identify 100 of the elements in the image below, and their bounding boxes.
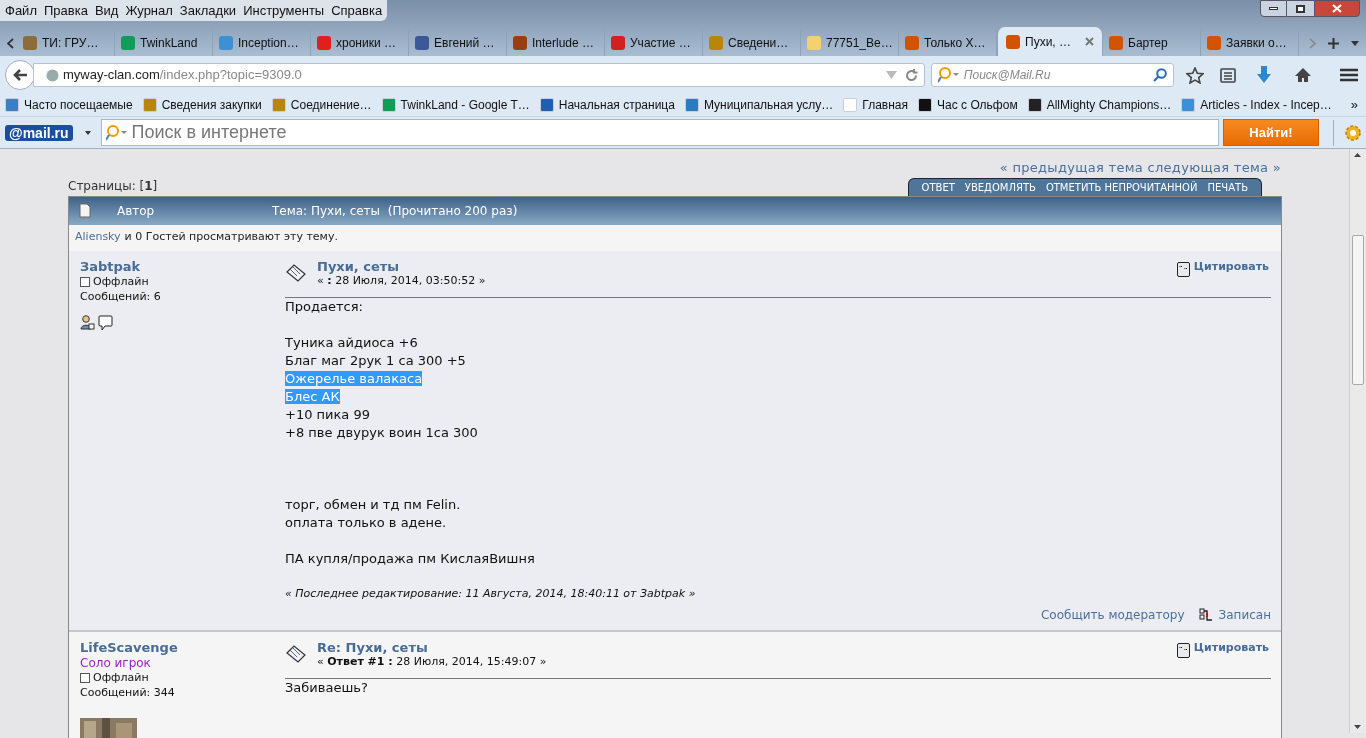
browser-tab[interactable]: Пухи, … — [997, 26, 1103, 56]
tab-title: TwinkLand — [140, 35, 198, 52]
user-link[interactable]: Aliensky — [75, 229, 121, 246]
bookmark-item[interactable]: Соединение… — [271, 96, 372, 114]
quote-link[interactable]: Цитировать — [1193, 640, 1269, 657]
bookmark-item[interactable]: Главная — [843, 96, 909, 114]
post-text-line: +8 пве двурук воин 1са 300 — [285, 424, 478, 440]
star-icon[interactable] — [1186, 66, 1205, 84]
search-engine-icon — [105, 124, 128, 141]
back-arrow-icon — [11, 68, 28, 82]
reading-list-icon[interactable] — [1220, 67, 1237, 83]
report-link[interactable]: Сообщить модератору — [1040, 606, 1185, 624]
maximize-button[interactable] — [1287, 0, 1314, 17]
author-name[interactable]: LifeScavenge — [80, 640, 285, 656]
tab-title: Только Х… — [924, 35, 986, 52]
post-text-line: торг, обмен и тд пм Felin. — [285, 496, 461, 512]
quote-icon[interactable] — [1176, 643, 1190, 658]
search-engine-icon — [937, 67, 960, 83]
tab-title: Сведени… — [728, 35, 789, 52]
document-icon — [79, 203, 91, 218]
action-tab[interactable]: ОТМЕТИТЬ НЕПРОЧИТАННОЙ — [1045, 179, 1198, 195]
status-text: Оффлайн — [93, 671, 149, 685]
search-input[interactable]: Поиск@Mail.Ru — [963, 66, 1150, 84]
url-domain: myway-clan.com — [62, 66, 160, 85]
menu-item[interactable]: Закладки — [179, 0, 237, 21]
topic-title: Тема: Пухи, сеты (Прочитано 200 раз) — [272, 202, 518, 220]
search-icon[interactable] — [1153, 68, 1168, 82]
bookmark-item[interactable]: TwinkLand - Google T… — [381, 96, 530, 114]
status-icon — [80, 673, 90, 683]
new-tab-icon[interactable] — [1328, 37, 1339, 49]
close-button[interactable] — [1314, 0, 1360, 17]
post-text-line: оплата только в адене. — [285, 514, 447, 530]
address-bar[interactable]: myway-clan.com/index.php?topic=9309.0 — [32, 63, 925, 87]
minimize-button[interactable] — [1260, 0, 1287, 17]
profile-icon[interactable] — [80, 314, 95, 331]
status-text: Оффлайн — [93, 274, 149, 289]
message-icon[interactable] — [98, 314, 113, 331]
scrollbar[interactable] — [1349, 149, 1366, 733]
menu-item[interactable]: Инструменты — [243, 0, 325, 21]
tab-title: Бартер — [1128, 35, 1168, 52]
dropdown-icon[interactable] — [84, 130, 91, 135]
action-tab[interactable]: УВЕДОМЛЯТЬ — [964, 179, 1036, 195]
close-icon — [1332, 4, 1342, 13]
mail-ru-logo[interactable]: @mail.ru — [5, 124, 73, 141]
tab-title: хроники … — [336, 35, 396, 52]
author-column-header: Автор — [117, 202, 156, 220]
back-button[interactable] — [5, 60, 35, 90]
status-icon — [80, 276, 90, 287]
bookmark-item[interactable]: Часто посещаемые — [5, 96, 133, 114]
post-title-link[interactable]: Re: Пухи, сеты — [317, 640, 1177, 655]
page-link[interactable]: 1 — [144, 178, 153, 193]
post-title-link[interactable]: Пухи, сеты — [317, 258, 1177, 274]
home-icon[interactable] — [1294, 67, 1313, 83]
tab-title: Участие … — [630, 35, 691, 52]
post-icon — [285, 644, 307, 664]
menu-item[interactable]: Правка — [43, 0, 88, 21]
topic-navigation-link[interactable]: « предыдущая тема следующая тема » — [999, 158, 1281, 178]
tab-title: 77751_Ве… — [826, 35, 893, 52]
quote-icon[interactable] — [1176, 261, 1190, 277]
gear-icon[interactable] — [1344, 123, 1362, 142]
action-tab[interactable]: ОТВЕТ — [921, 179, 955, 195]
post-date: « : 28 Июля, 2014, 03:50:52 » — [317, 273, 487, 288]
scrollbar-thumb[interactable] — [1352, 235, 1364, 385]
menu-item[interactable]: Журнал — [125, 0, 173, 21]
tab-title: Заявки о… — [1226, 35, 1287, 52]
post-text-line: ПА купля/продажа пм КислаяВишня — [285, 550, 535, 566]
scroll-down-icon[interactable] — [1354, 725, 1361, 729]
download-icon[interactable] — [1256, 66, 1273, 84]
bookmark-item[interactable]: AllMighty Champions… — [1027, 96, 1172, 114]
author-name[interactable]: Зabtpak — [80, 258, 285, 275]
pages-label: Страницы: [1] — [68, 177, 158, 195]
menu-icon[interactable] — [1340, 68, 1358, 82]
post-count: Сообщений: 6 — [80, 288, 162, 304]
bookmark-item[interactable]: Начальная страница — [539, 96, 675, 114]
menu-item[interactable]: Справка — [331, 0, 383, 21]
action-tab[interactable]: ПЕЧАТЬ — [1207, 179, 1248, 195]
quote-link[interactable]: Цитировать — [1193, 258, 1269, 275]
post-text-line: Туника айдиоса +6 — [285, 334, 418, 350]
post-icon — [285, 262, 307, 283]
bookmark-item[interactable]: Сведения закупки — [142, 96, 262, 114]
bookmark-item[interactable]: Articles - Index - Incep… — [1181, 96, 1332, 114]
post-count: Сообщений: 344 — [80, 685, 176, 700]
search-field[interactable]: Поиск@Mail.Ru — [930, 63, 1175, 87]
reload-icon[interactable] — [904, 68, 918, 82]
scroll-up-icon[interactable] — [1354, 153, 1361, 157]
menu-item[interactable]: Вид — [94, 0, 119, 21]
tab-title: Interlude … — [532, 35, 595, 52]
logged-text: Записан — [1218, 607, 1271, 624]
more-bookmarks-button[interactable]: » — [1350, 95, 1358, 115]
post-text-line: Забиваешь? — [285, 680, 368, 695]
post-text-line: Продается: — [285, 298, 363, 314]
dropdown-icon[interactable] — [1351, 40, 1359, 46]
bookmark-item[interactable]: Час с Ольфом — [918, 96, 1018, 114]
tab-title: ТИ: ГРУ… — [42, 35, 99, 52]
post-date: « Ответ #1 : 28 Июля, 2014, 15:49:07 » — [317, 655, 548, 669]
menu-item[interactable]: Файл — [5, 0, 37, 21]
post-text-line: +10 пика 99 — [285, 406, 370, 422]
post-text-line: Благ маг 2рук 1 са 300 +5 — [285, 352, 466, 368]
close-tab-icon[interactable] — [1085, 37, 1094, 46]
bookmark-item[interactable]: Муниципальная услу… — [684, 96, 834, 114]
